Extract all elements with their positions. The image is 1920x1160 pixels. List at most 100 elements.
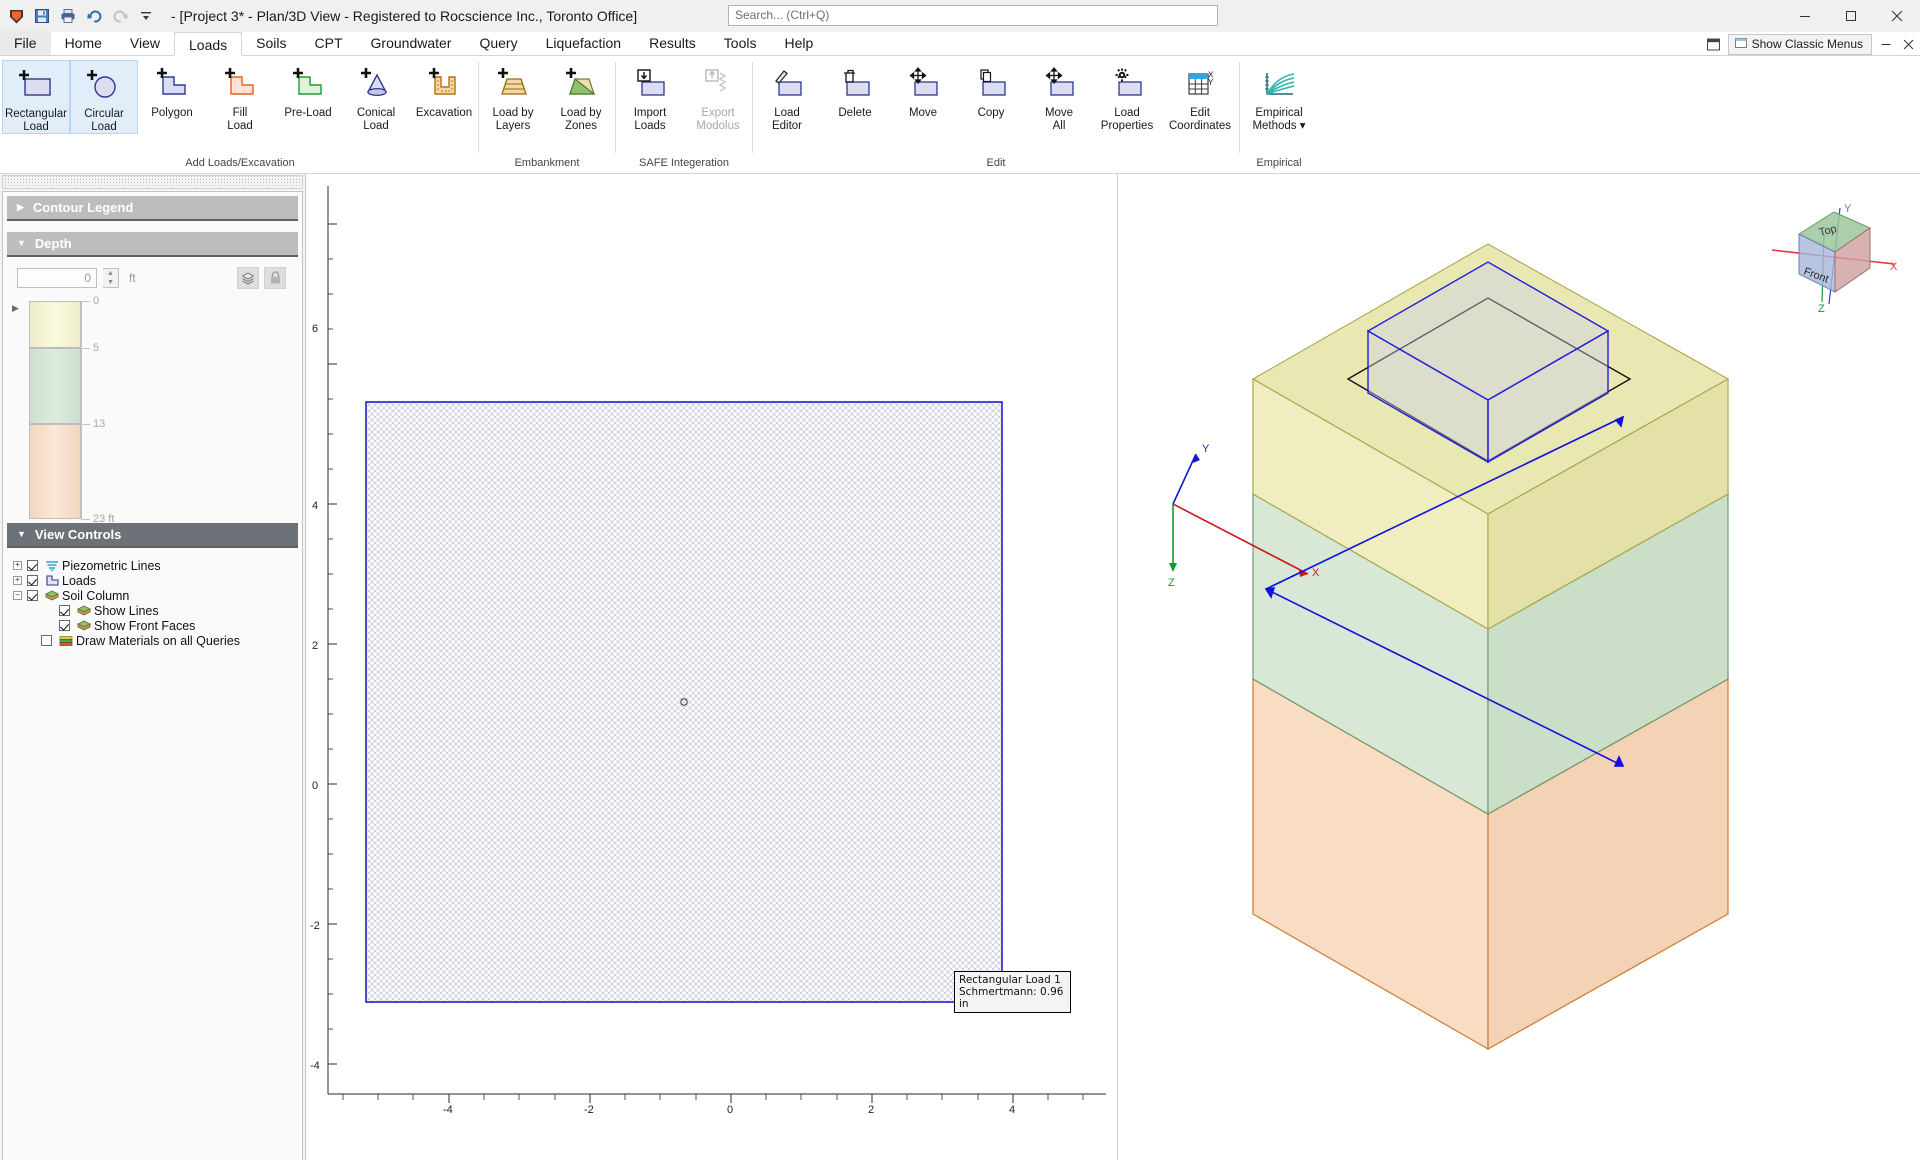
tab-loads[interactable]: Loads [174,32,243,56]
depth-input[interactable]: 0 [17,268,97,288]
load-by-layers-button[interactable]: Load by Layers [479,60,547,132]
rectangular-load-icon [16,64,56,106]
tree-item-draw-materials[interactable]: Draw Materials on all Queries [27,633,298,648]
customize-qat-icon[interactable] [135,5,157,27]
edit-coordinates-button[interactable]: X Y Edit Coordinates [1161,60,1239,132]
checkbox[interactable] [59,605,70,616]
fill-load-button[interactable]: Fill Load [206,60,274,132]
contour-legend-panel-header[interactable]: ▶ Contour Legend [7,196,298,221]
tab-liquefaction[interactable]: Liquefaction [532,31,636,55]
checkbox[interactable] [27,575,38,586]
plan-view[interactable]: 6 4 2 0 -2 -4 -4 -2 0 2 4 Rectangular Lo… [306,174,1118,1160]
rectangular-load-button[interactable]: Rectangular Load [2,60,70,134]
stepper-down-icon[interactable]: ▼ [107,279,114,286]
tab-groundwater[interactable]: Groundwater [357,31,466,55]
tab-cpt[interactable]: CPT [301,31,357,55]
move-load-button[interactable]: Move [889,60,957,120]
datatip-line-2: Schmertmann: 0.96 in [959,986,1064,1010]
tree-item-loads[interactable]: + Loads [13,573,298,588]
soil-layer-2 [29,348,81,424]
tab-query[interactable]: Query [465,31,531,55]
lock-button[interactable] [264,267,286,289]
show-classic-menus-button[interactable]: Show Classic Menus [1727,33,1872,55]
expander-icon[interactable]: + [13,576,22,585]
import-loads-button[interactable]: Import Loads [616,60,684,132]
close-document-icon[interactable] [1900,35,1916,53]
checkbox[interactable] [27,590,38,601]
close-button[interactable] [1874,0,1920,32]
tab-file[interactable]: File [0,31,51,55]
tab-view[interactable]: View [116,31,174,55]
checkbox[interactable] [27,560,38,571]
depth-stepper[interactable]: ▲ ▼ [103,268,119,288]
checkbox[interactable] [41,635,52,646]
empirical-methods-button[interactable]: Empirical Methods ▾ [1240,60,1318,132]
svg-text:X: X [1312,567,1320,579]
move-all-button[interactable]: Move All [1025,60,1093,132]
svg-text:Y: Y [1844,203,1852,215]
soil-column-legend: ▶ 0 5 13 23 ft [7,293,298,525]
tab-help[interactable]: Help [770,31,827,55]
svg-text:Y: Y [1208,78,1214,87]
svg-text:Z: Z [1818,303,1825,312]
tab-results[interactable]: Results [635,31,710,55]
soil-legend-tick: 0 [81,295,99,307]
export-modulus-button[interactable]: Export Modolus [684,60,752,132]
load-by-layers-label: Load by Layers [492,107,534,132]
expander-icon[interactable]: + [13,561,22,570]
pre-load-button[interactable]: Pre-Load [274,60,342,120]
contour-legend-title: Contour Legend [32,200,134,215]
view-cube[interactable]: X Y Z Top Front [1771,194,1900,315]
empirical-methods-icon [1258,63,1300,105]
depth-unit: ft [129,271,136,285]
circular-load-icon [84,64,124,106]
loads-icon [44,574,59,587]
plan-x-tick: 4 [1009,1104,1016,1116]
load-properties-button[interactable]: Load Properties [1093,60,1161,132]
soil-layer-1 [29,301,81,348]
load-by-zones-button[interactable]: Load by Zones [547,60,615,132]
layers-button[interactable] [237,267,259,289]
ribbon-display-options-icon[interactable] [1706,35,1722,53]
sidebar-drag-grip[interactable] [2,175,303,189]
view-controls-panel-header[interactable]: ▼ View Controls [7,523,298,548]
ribbon-group-edit: Load Editor Delete Move Copy Move All Lo… [753,56,1239,173]
depth-panel-header[interactable]: ▼ Depth [7,232,298,257]
excavation-button[interactable]: Excavation [410,60,478,120]
minimize-button[interactable] [1782,0,1828,32]
tree-item-piezometric-lines[interactable]: + Piezometric Lines [13,558,298,573]
tree-item-label: Show Front Faces [94,618,196,633]
soil-column-icon [76,619,91,632]
undo-icon[interactable] [83,5,105,27]
conical-load-label: Conical Load [356,107,396,132]
search-input[interactable]: Search... (Ctrl+Q) [728,5,1218,26]
three-d-view[interactable]: X Y Z X Y Z Top Front [1118,174,1920,1160]
tab-home[interactable]: Home [51,31,116,55]
tab-tools[interactable]: Tools [710,31,771,55]
ribbon-group-add-loads: Rectangular Load Circular Load Polygon F… [2,56,478,173]
polygon-load-button[interactable]: Polygon [138,60,206,120]
maximize-button[interactable] [1828,0,1874,32]
ribbon: Rectangular Load Circular Load Polygon F… [0,56,1920,174]
tab-soils[interactable]: Soils [242,31,300,55]
tree-item-show-front-faces[interactable]: Show Front Faces [45,618,298,633]
tree-item-label: Loads [62,573,97,588]
save-icon[interactable] [31,5,53,27]
restore-window-icon[interactable] [1878,35,1894,53]
ribbon-group-label-empirical: Empirical [1256,157,1302,169]
tree-item-soil-column[interactable]: − Soil Column [13,588,298,603]
stepper-up-icon[interactable]: ▲ [107,270,114,277]
conical-load-button[interactable]: Conical Load [342,60,410,132]
import-loads-icon [630,63,670,105]
load-editor-button[interactable]: Load Editor [753,60,821,132]
expander-icon[interactable]: − [13,591,22,600]
load-datatip: Rectangular Load 1 Schmertmann: 0.96 in [954,971,1071,1013]
excavation-label: Excavation [415,107,473,119]
circular-load-button[interactable]: Circular Load [70,60,138,134]
app-logo-icon[interactable] [5,5,27,27]
tree-item-show-lines[interactable]: Show Lines [45,603,298,618]
copy-load-button[interactable]: Copy [957,60,1025,120]
checkbox[interactable] [59,620,70,631]
delete-load-button[interactable]: Delete [821,60,889,120]
print-icon[interactable] [57,5,79,27]
